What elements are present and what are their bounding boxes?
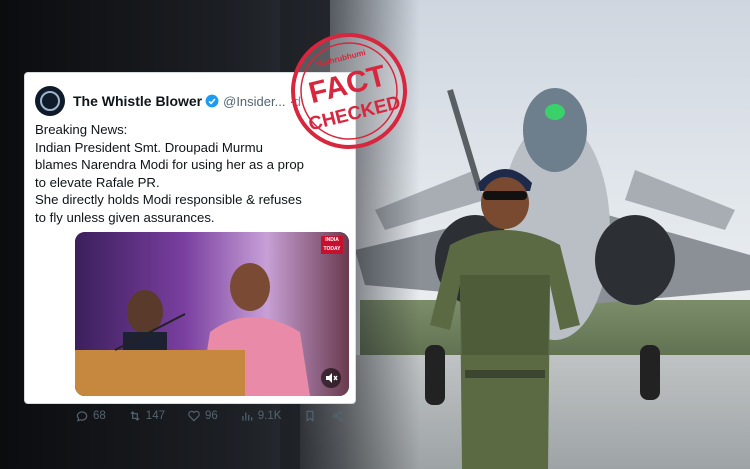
fact-checked-stamp: Mathrubhumi FACT CHECKED [291,33,407,149]
video-scene [75,263,310,396]
reply-count: 68 [93,410,106,422]
tweet-line: to fly unless given assurances. [35,209,215,225]
tweet-line: blames Narendra Modi for using her as a … [35,157,305,172]
views-chart-icon [242,412,253,421]
verified-badge-icon [205,94,219,108]
views-count: 9.1K [257,410,282,422]
share-button[interactable] [331,409,349,423]
tweet-video[interactable]: INDIA TODAY [75,232,349,396]
tweet-line: to elevate Rafale PR. [35,174,160,190]
reply-icon [76,411,88,422]
retweet-count: 147 [145,410,165,422]
retweet-icon [130,411,140,421]
like-count: 96 [204,410,218,422]
views-button[interactable]: 9.1K [240,409,282,423]
pilot-in-flight-suit [430,169,580,469]
bookmark-icon [306,410,314,422]
mute-button[interactable] [321,368,341,388]
share-icon [333,410,344,422]
speaker-muted-icon [326,373,338,383]
tweet-line: She directly holds Modi responsible & re… [35,192,302,207]
retweet-button[interactable]: 147 [128,409,165,423]
reply-button[interactable]: 68 [75,409,106,423]
bookmark-button[interactable] [303,409,321,423]
heart-icon [188,410,200,422]
avatar-logo-icon [40,91,60,111]
tweet-author: The Whistle Blower @Insider... ·d [73,93,301,109]
like-button[interactable]: 96 [187,409,218,423]
avatar[interactable] [35,86,65,116]
handle[interactable]: @Insider... [223,94,285,109]
display-name[interactable]: The Whistle Blower [73,93,202,109]
channel-logo: INDIA TODAY [321,236,343,254]
tweet-actions: 68 147 96 9.1K [75,402,345,430]
